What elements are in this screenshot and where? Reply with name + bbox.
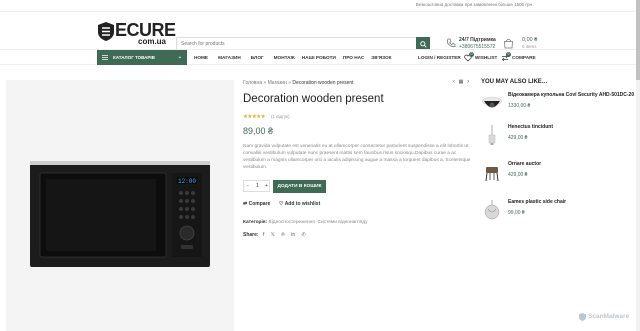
related-item[interactable]: Відеокамера купольна Covi Security AHD-5… <box>481 92 634 124</box>
product-category: Категорія: Відеоспостереження. Системи в… <box>243 220 368 225</box>
qty-minus-button[interactable]: - <box>247 183 249 189</box>
shield-logo-icon <box>98 22 114 41</box>
breadcrumb-current: Decoration wooden present <box>292 80 354 86</box>
breadcrumb: Головна » Магазин » Decoration wooden pr… <box>243 80 354 86</box>
watermark: ScanMalware <box>579 313 631 323</box>
menu-item-installation[interactable]: МОНТАЖ <box>274 55 295 60</box>
grid-icon[interactable]: ▦ <box>459 79 464 85</box>
watermark-text: ScanMalware <box>588 313 630 320</box>
svg-text:12:00: 12:00 <box>178 178 196 185</box>
promo-text: Безкоштовна доставка при замовленні біль… <box>415 2 532 7</box>
reviews-link[interactable]: (1 відгук) <box>271 114 290 119</box>
menu-item-blog[interactable]: БЛОГ <box>251 55 264 60</box>
account-links: LOGIN / REGISTER 0 WISHLIST 0 COMPARE <box>418 52 541 64</box>
related-item-name[interactable]: Відеокамера купольна Covi Security AHD-5… <box>508 92 634 98</box>
cart-total: 0,00 ₴ <box>522 37 538 43</box>
wishlist-count-badge: 0 <box>469 52 474 57</box>
search-icon <box>419 40 427 48</box>
product-price: 89,00 ₴ <box>243 126 274 136</box>
menu-item-our-works[interactable]: НАШІ РОБОТИ <box>302 55 336 60</box>
related-item-price: 429,00 ₴ <box>508 172 528 178</box>
compare-button[interactable]: ⇄ Compare <box>243 201 270 207</box>
product-title: Decoration wooden present <box>243 93 384 105</box>
dome-camera-thumbnail <box>481 96 503 108</box>
rating-stars-icon: ★★★★★ <box>243 114 266 120</box>
top-bar: Безкоштовна доставка при замовленні біль… <box>0 0 640 12</box>
login-register-link[interactable]: LOGIN / REGISTER <box>418 55 461 60</box>
category-label: Категорія: <box>243 220 268 225</box>
product-gallery[interactable]: 12:00 <box>6 80 234 331</box>
breadcrumb-shop[interactable]: Магазин <box>268 80 287 86</box>
compare-link[interactable]: 0 COMPARE <box>501 52 541 64</box>
lamp-thumbnail <box>488 125 496 145</box>
compare-label: COMPARE <box>512 55 536 60</box>
site-logo[interactable]: ECURE com.ua <box>98 21 176 47</box>
related-item-name[interactable]: Henectus tincidunt <box>508 124 553 130</box>
menu-item-contact[interactable]: ЗВ'ЯЗОК <box>371 55 391 60</box>
qty-value[interactable]: 1 <box>256 183 259 189</box>
qty-plus-button[interactable]: + <box>265 183 268 189</box>
page-scrollbar[interactable] <box>636 0 640 331</box>
breadcrumb-home[interactable]: Головна <box>243 80 262 86</box>
related-products: YOU MAY ALSO LIKE… Відеокамера купольна … <box>481 79 634 231</box>
quantity-stepper: - 1 + <box>243 180 270 192</box>
menu-links: HOME МАГАЗИН БЛОГ МОНТАЖ НАШІ РОБОТИ ПРО… <box>194 55 391 60</box>
ornament-thumbnail <box>484 200 500 220</box>
next-product-icon[interactable]: › <box>467 79 469 85</box>
hamburger-icon <box>102 55 108 60</box>
compare-count-badge: 0 <box>506 52 511 57</box>
logo-domain: com.ua <box>138 37 167 46</box>
phone-icon <box>446 38 456 48</box>
menu-item-home[interactable]: HOME <box>194 55 208 60</box>
wishlist-link[interactable]: 0 WISHLIST <box>464 52 499 64</box>
product-summary: Головна » Магазин » Decoration wooden pr… <box>243 77 473 247</box>
prev-product-icon[interactable]: ‹ <box>453 79 455 85</box>
related-item-price: 1330,00 ₴ <box>508 103 531 109</box>
support-title: 24/7 Підтримка <box>459 37 496 43</box>
main-navigation: КАТАЛОГ ТОВАРІВ ⌄ HOME МАГАЗИН БЛОГ МОНТ… <box>0 49 640 65</box>
scrollbar-thumb[interactable] <box>636 0 640 80</box>
categories-label: КАТАЛОГ ТОВАРІВ <box>113 55 155 60</box>
search-input[interactable] <box>181 39 411 49</box>
related-item-name[interactable]: Ornare auctor <box>508 161 541 167</box>
share-label: Share: <box>243 232 259 238</box>
add-to-wishlist-button[interactable]: ♡ Add to wishlist <box>279 201 320 207</box>
compare-label: Compare <box>248 201 271 207</box>
site-header: ECURE com.ua 24/7 Підтримка +38067551557… <box>0 12 640 51</box>
product-description: Nam gravida vulputate est venenatis eu a… <box>243 144 471 170</box>
menu-item-about[interactable]: ПРО НАС <box>343 55 364 60</box>
related-item[interactable]: Eames plastic side chair 99,00 ₴ <box>481 199 631 231</box>
chair-thumbnail <box>485 167 499 182</box>
add-to-cart-button[interactable]: ДОДАТИ В КОШИК <box>273 180 326 193</box>
wishlist-label: Add to wishlist <box>284 201 321 207</box>
wishlist-label: WISHLIST <box>475 55 498 60</box>
related-heading: YOU MAY ALSO LIKE… <box>481 79 548 85</box>
share-bar: Share: f 𝕏 ℗ in ✆ <box>243 232 306 238</box>
facebook-icon[interactable]: f <box>263 232 264 238</box>
cart-bag-icon <box>504 38 513 49</box>
related-item[interactable]: Henectus tincidunt 429,00 ₴ <box>481 124 631 156</box>
chevron-down-icon: ⌄ <box>177 54 182 60</box>
shield-icon <box>579 313 586 321</box>
x-twitter-icon[interactable]: 𝕏 <box>271 232 275 238</box>
product-navigation: ‹ ▦ › <box>453 79 473 87</box>
menu-item-shop[interactable]: МАГАЗИН <box>218 55 241 60</box>
category-link[interactable]: Відеоспостереження. Системи відеонагляду <box>269 220 368 225</box>
telegram-icon[interactable]: ✆ <box>302 232 306 238</box>
categories-dropdown[interactable]: КАТАЛОГ ТОВАРІВ ⌄ <box>97 50 187 65</box>
pinterest-icon[interactable]: ℗ <box>281 232 285 238</box>
related-item-price: 429,00 ₴ <box>508 135 528 141</box>
related-item-name[interactable]: Eames plastic side chair <box>508 199 566 205</box>
related-item-price: 99,00 ₴ <box>508 210 525 216</box>
linkedin-icon[interactable]: in <box>291 232 295 238</box>
related-item[interactable]: Ornare auctor 429,00 ₴ <box>481 161 631 193</box>
product-image: 12:00 <box>30 161 210 267</box>
